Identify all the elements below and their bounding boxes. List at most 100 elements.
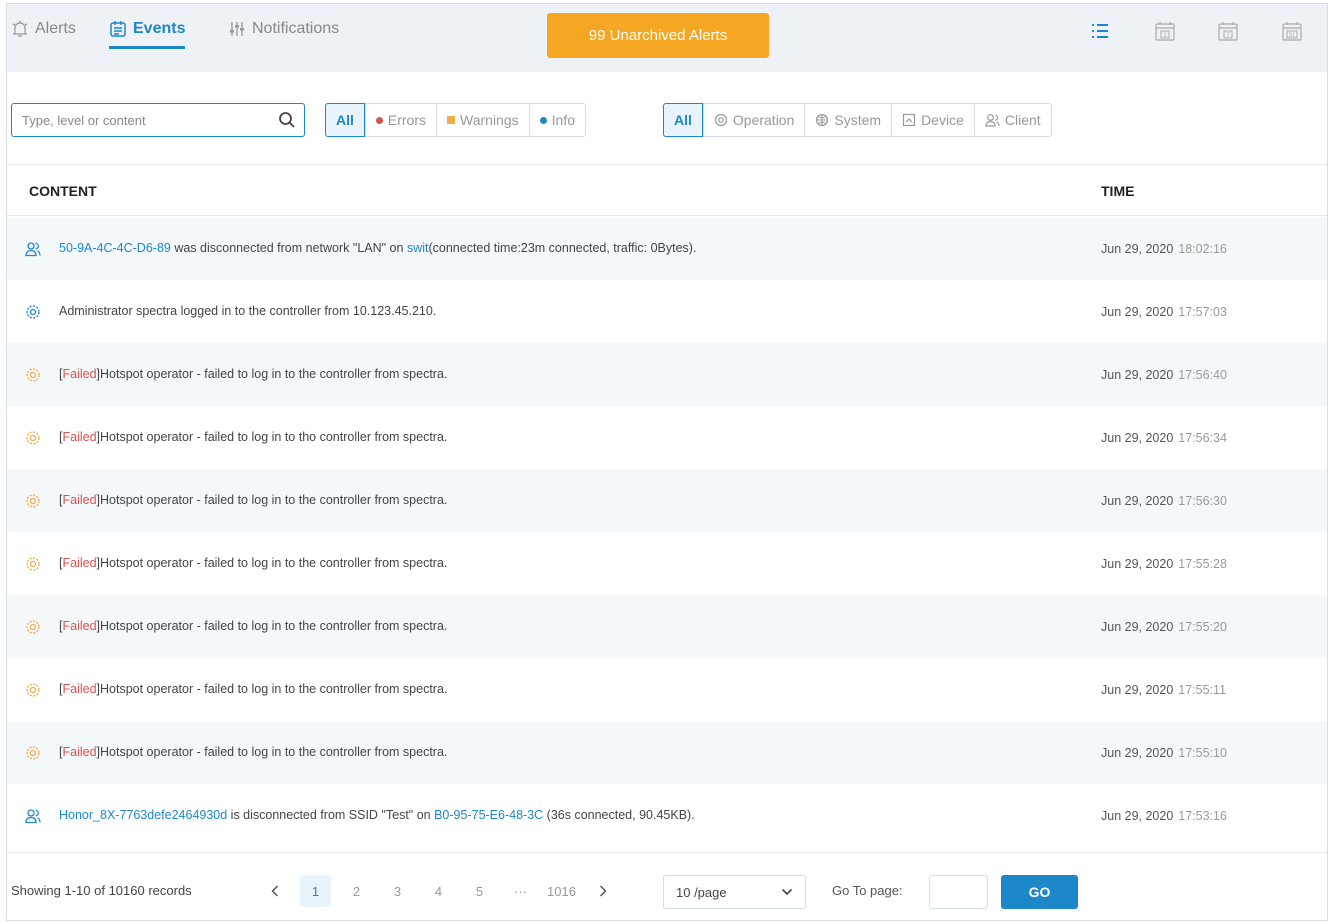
level-errors-label: Errors: [387, 112, 427, 128]
event-content: [Failed]Hotspot operator - failed to log…: [59, 493, 447, 507]
prev-page-icon[interactable]: [259, 875, 290, 907]
event-content: [Failed]Hotspot operator - failed to log…: [59, 430, 447, 444]
per-page-select[interactable]: 10 /page: [663, 875, 806, 909]
event-date: Jun 29, 2020: [1101, 431, 1174, 445]
client-icon: [25, 808, 41, 824]
type-device-label: Device: [921, 112, 964, 128]
table-row[interactable]: 50-9A-4C-4C-D6-89 was disconnected from …: [7, 217, 1327, 280]
level-filter-all[interactable]: All: [325, 103, 365, 137]
event-link[interactable]: B0-95-75-E6-48-3C: [434, 808, 543, 822]
page-1016[interactable]: 1016: [546, 875, 577, 907]
level-filter-info[interactable]: Info: [528, 104, 585, 136]
warning-icon: [25, 493, 41, 509]
event-time: Jun 29, 2020 17:55:10: [1101, 746, 1227, 760]
event-time: Jun 29, 2020 17:55:28: [1101, 557, 1227, 571]
event-text: ]Hotspot operator - failed to log in to …: [96, 556, 448, 570]
type-filter-device[interactable]: Device: [891, 104, 974, 136]
table-row[interactable]: [Failed]Hotspot operator - failed to log…: [7, 721, 1327, 784]
warnings-square-icon: [447, 116, 456, 124]
tab-events[interactable]: Events: [109, 20, 186, 49]
table-row[interactable]: [Failed]Hotspot operator - failed to log…: [7, 406, 1327, 469]
device-icon: [902, 113, 916, 127]
filter-bar: All Errors Warnings Info All Operation S…: [7, 72, 1327, 164]
unarchived-alerts-button[interactable]: 99 Unarchived Alerts: [547, 13, 769, 58]
level-filter: All Errors Warnings Info: [325, 103, 586, 137]
table-row[interactable]: [Failed]Hotspot operator - failed to log…: [7, 343, 1327, 406]
event-text: ]Hotspot operator - failed to log in to …: [96, 682, 448, 696]
column-header-time[interactable]: TIME: [1101, 183, 1134, 199]
calendar-month-icon[interactable]: 31: [1281, 20, 1303, 42]
failed-tag: Failed: [62, 745, 97, 759]
event-date: Jun 29, 2020: [1101, 494, 1174, 508]
failed-tag: Failed: [62, 367, 97, 381]
event-time: Jun 29, 2020 18:02:16: [1101, 242, 1227, 256]
info-dot-icon: [539, 116, 547, 124]
page-ellipsis: ···: [514, 883, 527, 899]
event-clock: 17:55:11: [1178, 683, 1227, 697]
next-page-icon[interactable]: [587, 875, 618, 907]
tab-alerts[interactable]: Alerts: [11, 20, 76, 38]
event-date: Jun 29, 2020: [1101, 809, 1174, 823]
calendar-day-icon[interactable]: 1: [1154, 20, 1176, 42]
page-3[interactable]: 3: [382, 875, 413, 907]
svg-text:31: 31: [1289, 33, 1296, 39]
tab-notifications[interactable]: Notifications: [228, 20, 339, 38]
event-content: [Failed]Hotspot operator - failed to log…: [59, 619, 447, 633]
level-filter-errors[interactable]: Errors: [364, 104, 436, 136]
event-date: Jun 29, 2020: [1101, 620, 1174, 634]
failed-tag: Failed: [62, 619, 97, 633]
type-filter-operation[interactable]: Operation: [702, 104, 804, 136]
type-operation-label: Operation: [732, 112, 795, 128]
event-text: was disconnected from network "LAN" on: [170, 241, 407, 255]
warning-icon: [25, 619, 41, 635]
pager: 1 2 3 4 5 ··· 1016: [259, 875, 628, 907]
event-date: Jun 29, 2020: [1101, 368, 1174, 382]
list-view-icon[interactable]: [1089, 20, 1111, 42]
goto-page-input[interactable]: [929, 875, 988, 909]
calendar-week-icon[interactable]: 7: [1217, 20, 1239, 42]
failed-tag: Failed: [62, 556, 97, 570]
table-row[interactable]: [Failed]Hotspot operator - failed to log…: [7, 658, 1327, 721]
per-page-value: 10 /page: [676, 884, 727, 900]
type-filter-client[interactable]: Client: [973, 104, 1051, 136]
go-button[interactable]: GO: [1001, 875, 1078, 909]
type-filter-system[interactable]: System: [804, 104, 891, 136]
event-clock: 17:55:10: [1178, 746, 1227, 760]
event-content: [Failed]Hotspot operator - failed to log…: [59, 745, 447, 759]
event-clock: 17:53:16: [1178, 809, 1227, 823]
table-row[interactable]: [Failed]Hotspot operator - failed to log…: [7, 469, 1327, 532]
page-4[interactable]: 4: [423, 875, 454, 907]
event-time: Jun 29, 2020 17:56:40: [1101, 368, 1227, 382]
event-text: is disconnected from SSID "Test" on: [227, 808, 435, 822]
page-2[interactable]: 2: [341, 875, 372, 907]
event-clock: 17:57:03: [1178, 305, 1227, 319]
alert-icon: [12, 21, 28, 37]
level-filter-warnings[interactable]: Warnings: [436, 104, 529, 136]
table-row[interactable]: Honor_8X-7763defe2464930d is disconnecte…: [7, 784, 1327, 847]
notifications-icon: [230, 22, 244, 36]
event-text: ]Hotspot operator - failed to log in to …: [96, 430, 448, 444]
search-icon[interactable]: [278, 111, 296, 129]
column-header-content[interactable]: CONTENT: [29, 183, 97, 199]
event-clock: 17:56:40: [1178, 368, 1227, 382]
event-date: Jun 29, 2020: [1101, 242, 1174, 256]
tab-alerts-label: Alerts: [35, 20, 76, 37]
table-row[interactable]: [Failed]Hotspot operator - failed to log…: [7, 532, 1327, 595]
level-all-label: All: [336, 112, 354, 128]
event-time: Jun 29, 2020 17:57:03: [1101, 305, 1227, 319]
event-date: Jun 29, 2020: [1101, 746, 1174, 760]
page-5[interactable]: 5: [464, 875, 495, 907]
search-input[interactable]: [22, 110, 272, 130]
event-link[interactable]: 50-9A-4C-4C-D6-89: [59, 241, 171, 255]
type-filter-all[interactable]: All: [663, 103, 703, 137]
event-link[interactable]: Honor_8X-7763defe2464930d: [59, 808, 227, 822]
type-client-label: Client: [1004, 112, 1041, 128]
table-row[interactable]: Administrator spectra logged in to the c…: [7, 280, 1327, 343]
event-time: Jun 29, 2020 17:55:20: [1101, 620, 1227, 634]
warning-icon: [25, 682, 41, 698]
event-link[interactable]: swit: [407, 241, 429, 255]
errors-dot-icon: [375, 116, 383, 124]
event-date: Jun 29, 2020: [1101, 683, 1174, 697]
table-row[interactable]: [Failed]Hotspot operator - failed to log…: [7, 595, 1327, 658]
page-1[interactable]: 1: [300, 875, 331, 907]
